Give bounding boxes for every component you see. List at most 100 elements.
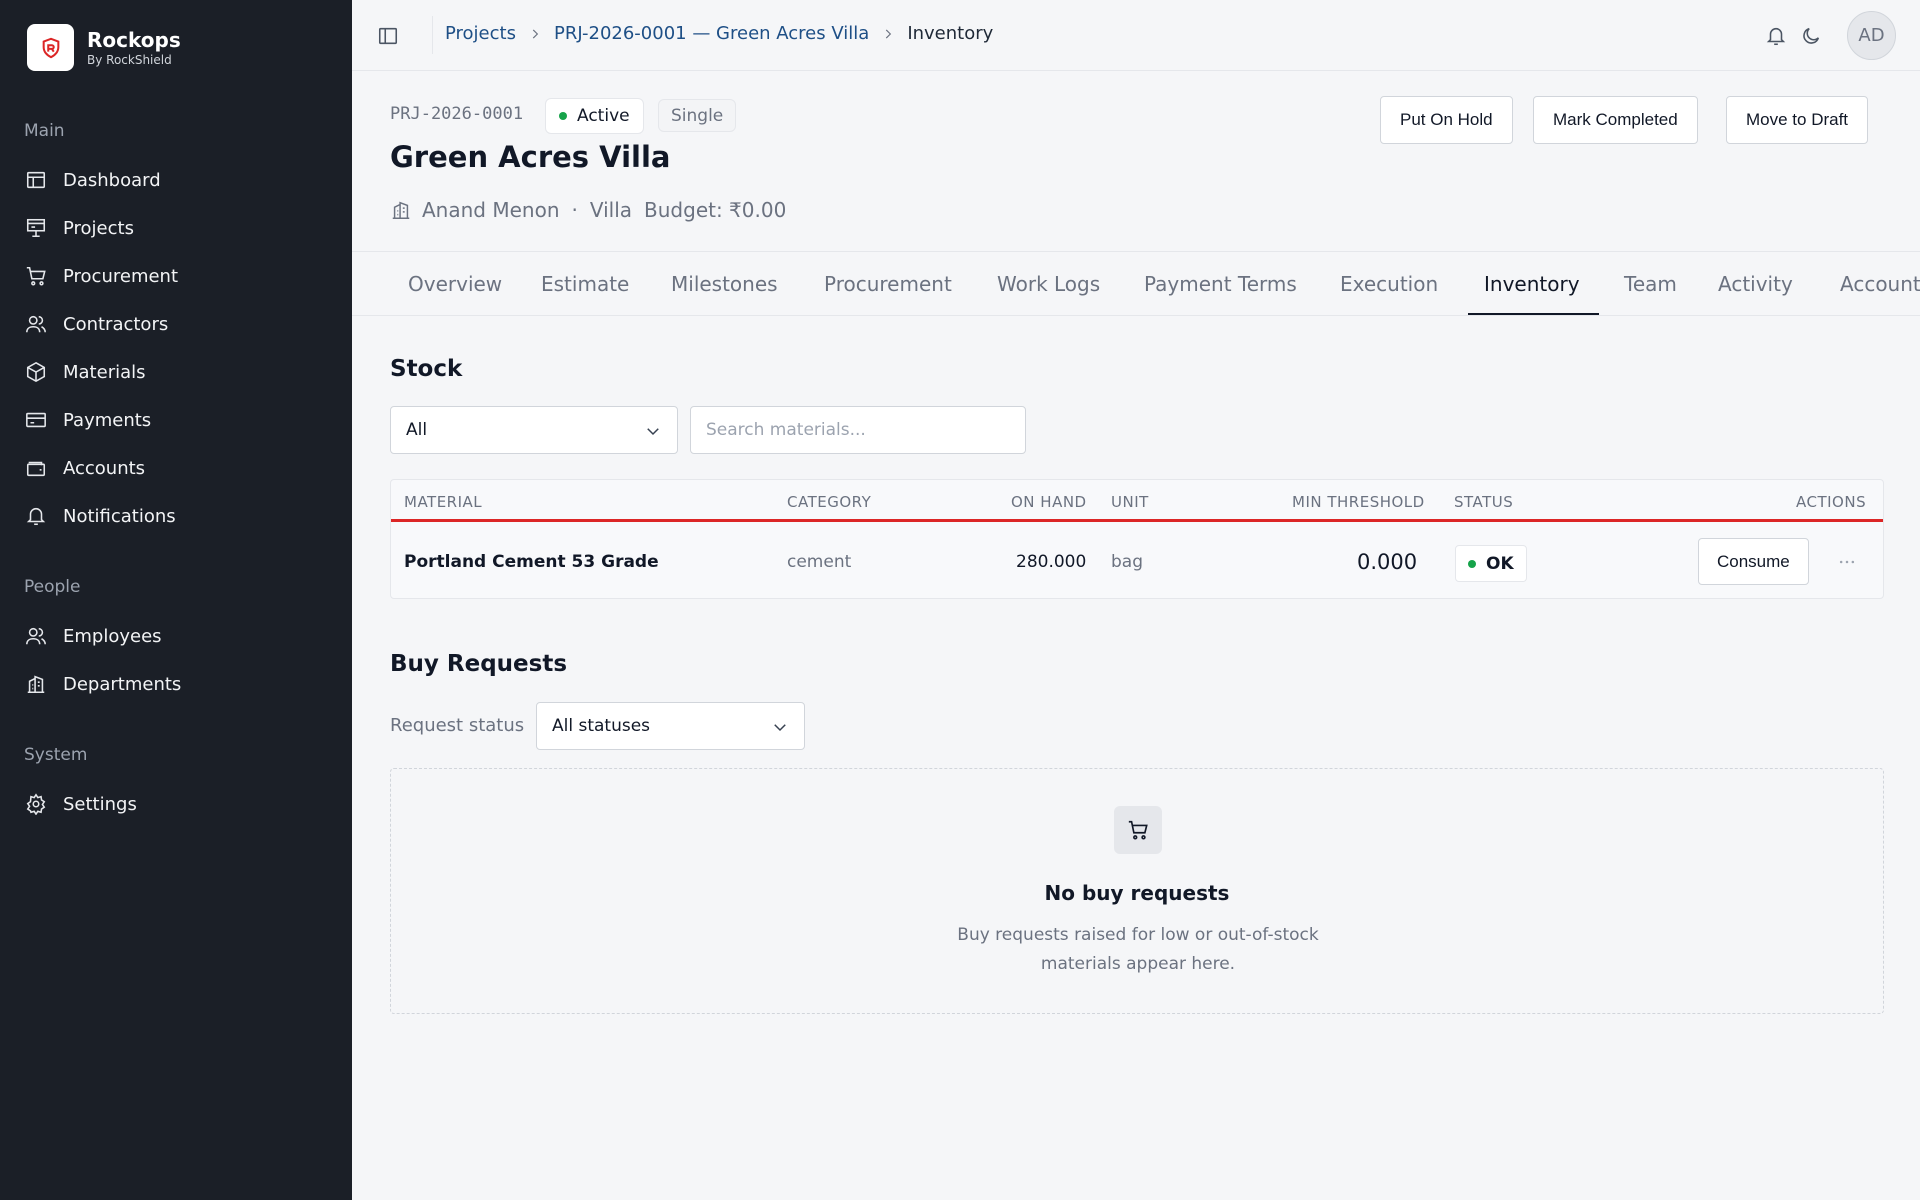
- nav-section-system: System: [24, 745, 88, 765]
- sidebar-item-settings[interactable]: Settings: [24, 784, 324, 824]
- sidebar-item-label: Employees: [63, 625, 162, 647]
- sidebar-item-label: Notifications: [63, 505, 176, 527]
- tab-payment-terms[interactable]: Payment Terms: [1144, 252, 1297, 315]
- avatar[interactable]: AD: [1847, 11, 1896, 60]
- sidebar-item-materials[interactable]: Materials: [24, 352, 324, 392]
- brand-subtitle: By RockShield: [87, 52, 172, 67]
- nav-section-main: Main: [24, 121, 65, 141]
- sidebar-item-label: Materials: [63, 361, 146, 383]
- breadcrumb-current: Inventory: [907, 23, 994, 44]
- sidebar-item-notifications[interactable]: Notifications: [24, 496, 324, 536]
- page-title: Green Acres Villa: [390, 140, 671, 174]
- nav-section-people: People: [24, 577, 81, 597]
- sidebar-item-employees[interactable]: Employees: [24, 616, 324, 656]
- project-client: Anand Menon: [422, 198, 560, 222]
- tab-procurement[interactable]: Procurement: [824, 252, 952, 315]
- column-header-category[interactable]: CATEGORY: [787, 493, 871, 511]
- brand-name: Rockops: [87, 27, 181, 52]
- breadcrumb-projects[interactable]: Projects: [445, 23, 516, 44]
- table-row[interactable]: Portland Cement 53 Grade cement 280.000 …: [391, 525, 1883, 598]
- breadcrumb: Projects PRJ-2026-0001 — Green Acres Vil…: [445, 23, 993, 44]
- project-budget: Budget: ₹0.00: [644, 198, 787, 222]
- status-dot-icon: [1468, 559, 1476, 568]
- brand[interactable]: Rockops By RockShield: [27, 24, 181, 71]
- breadcrumb-project[interactable]: PRJ-2026-0001 — Green Acres Villa: [554, 23, 869, 44]
- put-on-hold-button[interactable]: Put On Hold: [1380, 96, 1513, 144]
- column-header-actions: ACTIONS: [1796, 493, 1867, 511]
- tab-team[interactable]: Team: [1624, 252, 1677, 315]
- sidebar-item-label: Procurement: [63, 265, 179, 287]
- search-input[interactable]: [690, 406, 1026, 454]
- empty-state-title: No buy requests: [1044, 881, 1230, 905]
- card-icon: [24, 408, 48, 432]
- sidebar-item-projects[interactable]: Projects: [24, 208, 324, 248]
- column-header-unit[interactable]: UNIT: [1111, 493, 1149, 511]
- mark-completed-button[interactable]: Mark Completed: [1533, 96, 1698, 144]
- sidebar-item-accounts[interactable]: Accounts: [24, 448, 324, 488]
- move-to-draft-button[interactable]: Move to Draft: [1726, 96, 1869, 144]
- request-status-label: Request status: [390, 715, 525, 736]
- dark-mode-toggle[interactable]: [1795, 20, 1827, 52]
- sidebar-item-contractors[interactable]: Contractors: [24, 304, 324, 344]
- sidebar-item-label: Departments: [63, 673, 182, 695]
- sidebar-item-dashboard[interactable]: Dashboard: [24, 160, 324, 200]
- sidebar-toggle-icon[interactable]: [374, 22, 402, 50]
- cell-unit: bag: [1111, 552, 1143, 572]
- sidebar-item-label: Settings: [63, 793, 137, 815]
- type-badge: Single: [658, 99, 737, 132]
- building-icon: [24, 672, 48, 696]
- users-icon: [24, 312, 48, 336]
- status-badge-label: Active: [577, 106, 630, 126]
- project-category: Villa: [589, 198, 633, 222]
- rockshield-logo-icon: [27, 24, 74, 71]
- status-badge-label: OK: [1486, 553, 1514, 574]
- gear-icon: [24, 792, 48, 816]
- status-dot-icon: [559, 112, 567, 120]
- consume-button[interactable]: Consume: [1698, 538, 1809, 585]
- bell-icon: [24, 504, 48, 528]
- column-header-status[interactable]: STATUS: [1454, 493, 1513, 511]
- sidebar-item-label: Payments: [63, 409, 152, 431]
- table-header: MATERIAL CATEGORY ON HAND UNIT MIN THRES…: [391, 480, 1883, 522]
- stock-filter-select[interactable]: All: [390, 406, 678, 454]
- status-badge: OK: [1455, 545, 1527, 582]
- buy-requests-title: Buy Requests: [390, 651, 568, 677]
- tab-activity[interactable]: Activity: [1718, 252, 1793, 315]
- sidebar: Rockops By RockShield Main Dashboard Pro…: [0, 0, 352, 1200]
- sidebar-item-departments[interactable]: Departments: [24, 664, 324, 704]
- sidebar-item-label: Dashboard: [63, 169, 161, 191]
- tab-estimate[interactable]: Estimate: [541, 252, 629, 315]
- cell-material: Portland Cement 53 Grade: [404, 552, 659, 572]
- request-status-select[interactable]: All statuses: [536, 702, 805, 750]
- topbar-divider: [432, 16, 433, 54]
- chevron-down-icon: [771, 718, 789, 736]
- cell-category: cement: [787, 552, 852, 572]
- column-header-on-hand[interactable]: ON HAND: [1011, 493, 1087, 511]
- stock-filter-value: All: [406, 420, 428, 440]
- tab-execution[interactable]: Execution: [1340, 252, 1438, 315]
- tab-overview[interactable]: Overview: [408, 252, 502, 315]
- more-horizontal-icon[interactable]: [1832, 547, 1862, 577]
- cell-min-threshold: 0.000: [1357, 550, 1418, 574]
- bell-icon[interactable]: [1760, 20, 1792, 52]
- building-icon: [390, 199, 412, 221]
- sidebar-item-payments[interactable]: Payments: [24, 400, 324, 440]
- column-header-min-threshold[interactable]: MIN THRESHOLD: [1292, 493, 1425, 511]
- users-icon: [24, 624, 48, 648]
- tab-accounts[interactable]: Accounts: [1840, 252, 1920, 315]
- projects-icon: [24, 216, 48, 240]
- box-icon: [24, 360, 48, 384]
- tab-inventory[interactable]: Inventory: [1484, 252, 1580, 315]
- cart-icon: [1114, 806, 1162, 854]
- sidebar-item-label: Projects: [63, 217, 134, 239]
- stock-title: Stock: [390, 356, 463, 382]
- chevron-down-icon: [644, 422, 662, 440]
- empty-state: No buy requests Buy requests raised for …: [390, 768, 1884, 1014]
- column-header-material[interactable]: MATERIAL: [404, 493, 482, 511]
- sidebar-item-procurement[interactable]: Procurement: [24, 256, 324, 296]
- tab-work-logs[interactable]: Work Logs: [997, 252, 1100, 315]
- tab-milestones[interactable]: Milestones: [671, 252, 778, 315]
- topbar: Projects PRJ-2026-0001 — Green Acres Vil…: [352, 0, 1920, 71]
- meta-separator: ·: [571, 198, 578, 222]
- empty-state-description: Buy requests raised for low or out-of-st…: [957, 925, 1319, 974]
